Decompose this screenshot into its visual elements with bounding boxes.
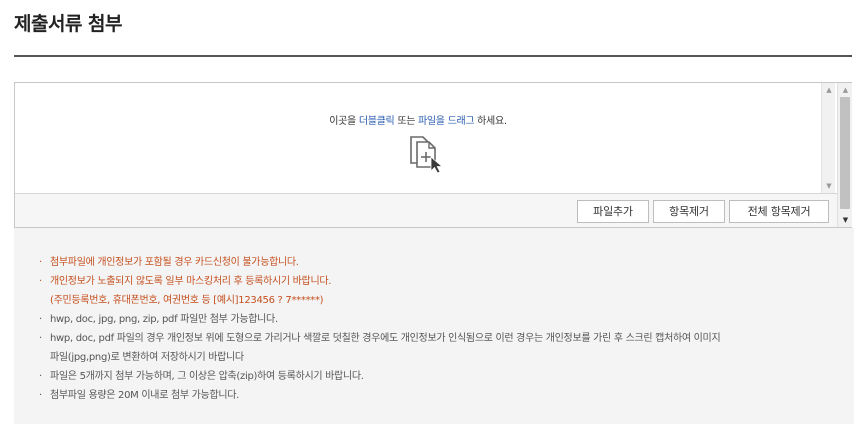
- scroll-up-arrow-icon[interactable]: ▲: [822, 84, 836, 96]
- add-file-button[interactable]: 파일추가: [577, 200, 649, 223]
- drop-hint: 이곳을 더블클릭 또는 파일을 드래그 하세요.: [15, 112, 821, 127]
- notice-item: 파일은 5개까지 첨부 가능하며, 그 이상은 압축(zip)하여 등록하시기 …: [38, 367, 720, 386]
- scroll-down-arrow-icon[interactable]: ▼: [822, 180, 836, 192]
- scroll-up-arrow-icon[interactable]: ▲: [838, 84, 853, 96]
- double-click-link: 더블클릭: [358, 116, 395, 127]
- drop-hint-text: 이곳을: [329, 116, 359, 127]
- remove-all-items-button[interactable]: 전체 항목제거: [729, 200, 829, 223]
- notice-item: 개인정보가 노출되지 않도록 일부 마스킹처리 후 등록하시기 바랍니다.: [38, 272, 720, 291]
- remove-item-button[interactable]: 항목제거: [653, 200, 725, 223]
- notice-item: 파일(jpg,png)로 변환하여 저장하시기 바랍니다: [50, 352, 244, 363]
- notice-list: 첨부파일에 개인정보가 포함될 경우 카드신청이 불가능합니다.개인정보가 노출…: [38, 253, 721, 405]
- title-divider: [14, 55, 852, 57]
- scroll-down-arrow-icon[interactable]: ▼: [838, 214, 853, 226]
- file-upload-box: 이곳을 더블클릭 또는 파일을 드래그 하세요. ▲ ▼ 파일추가 항목제거 전…: [14, 82, 852, 228]
- outer-scrollbar[interactable]: ▲ ▼: [837, 83, 852, 227]
- file-add-cursor-icon: [410, 136, 444, 173]
- page-title: 제출서류 첨부: [14, 13, 123, 35]
- scroll-thumb[interactable]: [840, 97, 850, 209]
- notice-item: 첨부파일에 개인정보가 포함될 경우 카드신청이 불가능합니다.: [38, 253, 720, 272]
- list-scrollbar[interactable]: ▲ ▼: [821, 83, 835, 193]
- button-bar: 파일추가 항목제거 전체 항목제거: [15, 193, 837, 227]
- notice-item: 첨부파일 용량은 20M 이내로 첨부 가능합니다.: [38, 386, 720, 405]
- notice-box: 첨부파일에 개인정보가 포함될 경우 카드신청이 불가능합니다.개인정보가 노출…: [14, 228, 854, 424]
- drop-hint-text: 하세요.: [474, 116, 507, 127]
- drag-file-link: 파일을 드래그: [418, 116, 475, 127]
- notice-item: hwp, doc, pdf 파일의 경우 개인정보 위에 도형으로 가리거나 색…: [38, 329, 721, 348]
- notice-item: (주민등록번호, 휴대폰번호, 여권번호 등 [예시]123456 ? 7***…: [50, 295, 324, 306]
- file-drop-area[interactable]: 이곳을 더블클릭 또는 파일을 드래그 하세요.: [15, 83, 821, 193]
- notice-item: hwp, doc, jpg, png, zip, pdf 파일만 첨부 가능합니…: [38, 310, 720, 329]
- drop-hint-text: 또는: [394, 116, 418, 127]
